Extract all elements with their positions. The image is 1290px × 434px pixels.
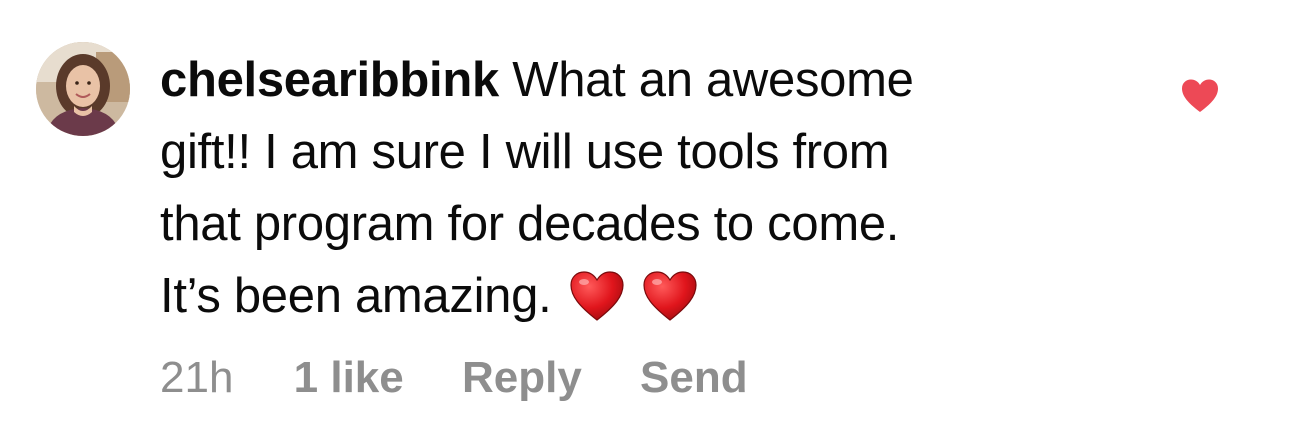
comment-text-segment: What an awesome — [512, 53, 914, 107]
comment-line-2: gift!! I am sure I will use tools from — [160, 125, 890, 179]
red-heart-emoji-icon — [570, 271, 624, 321]
reply-button[interactable]: Reply — [462, 350, 582, 406]
comment-meta: 21h 1 like Reply Send — [160, 350, 794, 406]
avatar[interactable] — [36, 42, 130, 136]
profile-photo — [36, 42, 130, 136]
comment-text-segment: It’s been amazing. — [160, 269, 552, 323]
comment-line-1: chelsearibbink What an awesome — [160, 44, 1160, 116]
likes-count[interactable]: 1 like — [294, 350, 404, 406]
username[interactable]: chelsearibbink — [160, 53, 499, 107]
comment-text: chelsearibbink What an awesome gift!! I … — [160, 44, 1160, 332]
send-button[interactable]: Send — [640, 350, 748, 406]
comment-line-3: that program for decades to come. — [160, 197, 900, 251]
like-button[interactable] — [1180, 78, 1220, 114]
comment-item: chelsearibbink What an awesome gift!! I … — [0, 0, 1290, 434]
comment-line-4: It’s been amazing. — [160, 260, 1160, 332]
heart-filled-icon — [1182, 79, 1218, 112]
red-heart-emoji-icon — [643, 271, 697, 321]
timestamp: 21h — [160, 353, 234, 402]
